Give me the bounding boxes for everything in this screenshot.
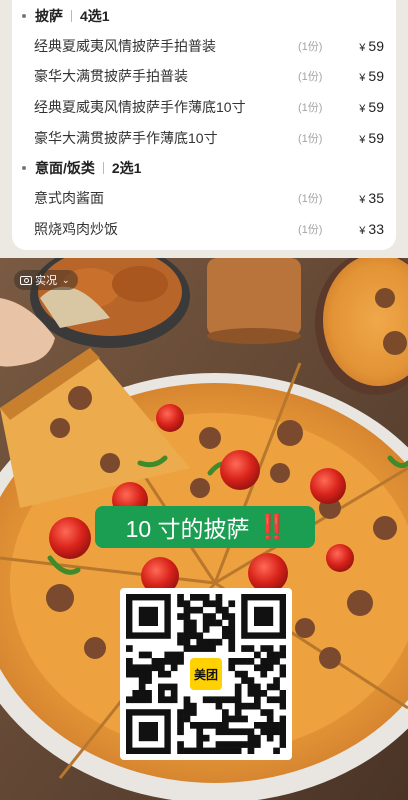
logo-text: 美团 [193, 667, 218, 682]
menu-item: 经典夏威夷风情披萨手作薄底10寸 (1份) ¥59 [34, 93, 384, 121]
live-photo-label: 实况 [35, 275, 57, 287]
item-price: ¥59 [342, 99, 384, 115]
item-name: 豪华大满贯披萨手作薄底10寸 [34, 130, 218, 146]
item-price: ¥59 [342, 130, 384, 146]
price-value: 33 [368, 221, 384, 237]
item-price: ¥59 [342, 68, 384, 84]
chevron-down-icon: ⌄ [62, 274, 70, 285]
screen: 披萨 4选1 经典夏威夷风情披萨手拍普装 (1份) ¥59 豪华大满贯披萨手拍普… [0, 0, 408, 800]
price-value: 59 [368, 99, 384, 115]
item-qty: (1份) [298, 224, 323, 236]
banner-text: 10 寸的披萨 [125, 516, 250, 542]
section-title: 披萨 [35, 8, 63, 24]
qr-code[interactable]: 美团 [120, 588, 292, 760]
pizza-photo: 实况 ⌄ 10 寸的披萨 ‼️ 美团 [0, 258, 408, 800]
item-qty: (1份) [298, 71, 323, 83]
item-qty: (1份) [298, 41, 323, 53]
bullet-dot [22, 166, 26, 170]
meituan-logo: 美团 [187, 655, 225, 693]
menu-item: 豪华大满贯披萨手作薄底10寸 (1份) ¥59 [34, 124, 384, 152]
item-price: ¥35 [342, 190, 384, 206]
currency-symbol: ¥ [359, 194, 366, 206]
menu-item: 豪华大满贯披萨手拍普装 (1份) ¥59 [34, 62, 384, 90]
set-menu-card: 披萨 4选1 经典夏威夷风情披萨手拍普装 (1份) ¥59 豪华大满贯披萨手拍普… [12, 0, 396, 250]
section-title: 意面/饭类 [35, 160, 95, 176]
size-banner: 10 寸的披萨 ‼️ [95, 506, 315, 548]
item-qty: (1份) [298, 133, 323, 145]
menu-item: 经典夏威夷风情披萨手拍普装 (1份) ¥59 [34, 32, 384, 60]
menu-item: 意式肉酱面 (1份) ¥35 [34, 184, 384, 212]
double-exclamation-icon: ‼️ [257, 513, 288, 541]
menu-item: 照烧鸡肉炒饭 (1份) ¥33 [34, 215, 384, 243]
camera-icon [20, 275, 32, 285]
item-name: 意式肉酱面 [34, 190, 104, 206]
section-rule: 2选1 [111, 160, 142, 176]
section-header-pizza: 披萨 4选1 [22, 4, 110, 28]
divider [102, 162, 104, 174]
currency-symbol: ¥ [359, 103, 366, 115]
bullet-dot [22, 14, 26, 18]
item-name: 经典夏威夷风情披萨手拍普装 [34, 38, 216, 54]
item-qty: (1份) [298, 102, 323, 114]
currency-symbol: ¥ [359, 42, 366, 54]
price-value: 59 [368, 68, 384, 84]
item-name: 照烧鸡肉炒饭 [34, 221, 118, 237]
currency-symbol: ¥ [359, 134, 366, 146]
divider [71, 10, 72, 22]
price-value: 59 [368, 130, 384, 146]
item-price: ¥59 [342, 38, 384, 54]
item-name: 豪华大满贯披萨手拍普装 [34, 68, 188, 84]
currency-symbol: ¥ [359, 225, 366, 237]
item-qty: (1份) [298, 193, 323, 205]
item-price: ¥33 [342, 221, 384, 237]
live-photo-tag[interactable]: 实况 ⌄ [14, 270, 78, 290]
price-value: 35 [368, 190, 384, 206]
item-name: 经典夏威夷风情披萨手作薄底10寸 [34, 99, 246, 115]
section-header-pasta-rice: 意面/饭类 2选1 [22, 156, 141, 180]
price-value: 59 [368, 38, 384, 54]
currency-symbol: ¥ [359, 72, 366, 84]
section-rule: 4选1 [80, 8, 110, 24]
